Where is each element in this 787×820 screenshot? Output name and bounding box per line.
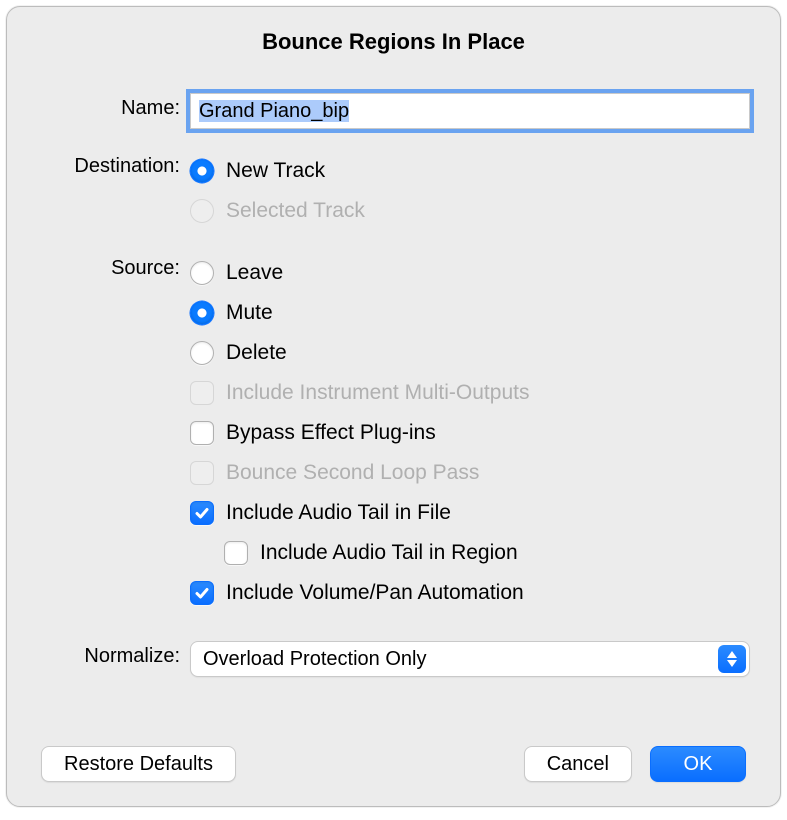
normalize-select[interactable]: Overload Protection Only <box>190 641 750 677</box>
include-multi-outputs-option: Include Instrument Multi-Outputs <box>190 373 752 413</box>
radio-icon <box>190 199 214 223</box>
source-leave-label: Leave <box>226 261 283 285</box>
radio-icon <box>190 341 214 365</box>
include-tail-region-label: Include Audio Tail in Region <box>260 541 518 565</box>
source-leave-option[interactable]: Leave <box>190 253 752 293</box>
name-input[interactable]: Grand Piano_bip <box>190 93 750 129</box>
destination-label: Destination: <box>35 151 190 178</box>
destination-row: Destination: New Track Selected Track <box>35 151 752 231</box>
include-tail-region-option[interactable]: Include Audio Tail in Region <box>190 533 752 573</box>
destination-selected-track-option: Selected Track <box>190 191 752 231</box>
radio-icon <box>190 301 214 325</box>
dialog-title: Bounce Regions In Place <box>7 7 780 61</box>
include-tail-file-option[interactable]: Include Audio Tail in File <box>190 493 752 533</box>
bypass-fx-label: Bypass Effect Plug-ins <box>226 421 436 445</box>
source-delete-option[interactable]: Delete <box>190 333 752 373</box>
checkbox-icon <box>190 381 214 405</box>
dialog-footer: Restore Defaults Cancel OK <box>7 746 780 782</box>
source-delete-label: Delete <box>226 341 287 365</box>
checkbox-icon <box>190 461 214 485</box>
destination-new-track-label: New Track <box>226 159 325 183</box>
name-label: Name: <box>35 93 190 120</box>
source-label: Source: <box>35 253 190 280</box>
checkbox-icon <box>190 421 214 445</box>
bounce-regions-dialog: Bounce Regions In Place Name: Grand Pian… <box>6 6 781 807</box>
updown-arrows-icon <box>718 645 746 673</box>
destination-selected-track-label: Selected Track <box>226 199 365 223</box>
destination-new-track-option[interactable]: New Track <box>190 151 752 191</box>
radio-icon <box>190 261 214 285</box>
normalize-label: Normalize: <box>35 641 190 668</box>
source-row: Source: Leave Mute Delete Include Instru… <box>35 253 752 613</box>
include-automation-label: Include Volume/Pan Automation <box>226 581 524 605</box>
checkbox-icon <box>190 581 214 605</box>
checkbox-icon <box>190 501 214 525</box>
source-mute-label: Mute <box>226 301 273 325</box>
bounce-second-loop-option: Bounce Second Loop Pass <box>190 453 752 493</box>
include-automation-option[interactable]: Include Volume/Pan Automation <box>190 573 752 613</box>
radio-icon <box>190 159 214 183</box>
cancel-button[interactable]: Cancel <box>524 746 632 782</box>
name-row: Name: Grand Piano_bip <box>35 93 752 129</box>
normalize-value: Overload Protection Only <box>203 648 426 671</box>
ok-button[interactable]: OK <box>650 746 746 782</box>
restore-defaults-button[interactable]: Restore Defaults <box>41 746 236 782</box>
include-multi-outputs-label: Include Instrument Multi-Outputs <box>226 381 529 405</box>
checkbox-icon <box>224 541 248 565</box>
name-input-text: Grand Piano_bip <box>199 100 349 122</box>
source-mute-option[interactable]: Mute <box>190 293 752 333</box>
normalize-row: Normalize: Overload Protection Only <box>35 641 752 677</box>
dialog-form: Name: Grand Piano_bip Destination: New T… <box>7 61 780 677</box>
bypass-fx-option[interactable]: Bypass Effect Plug-ins <box>190 413 752 453</box>
include-tail-file-label: Include Audio Tail in File <box>226 501 451 525</box>
bounce-second-loop-label: Bounce Second Loop Pass <box>226 461 479 485</box>
